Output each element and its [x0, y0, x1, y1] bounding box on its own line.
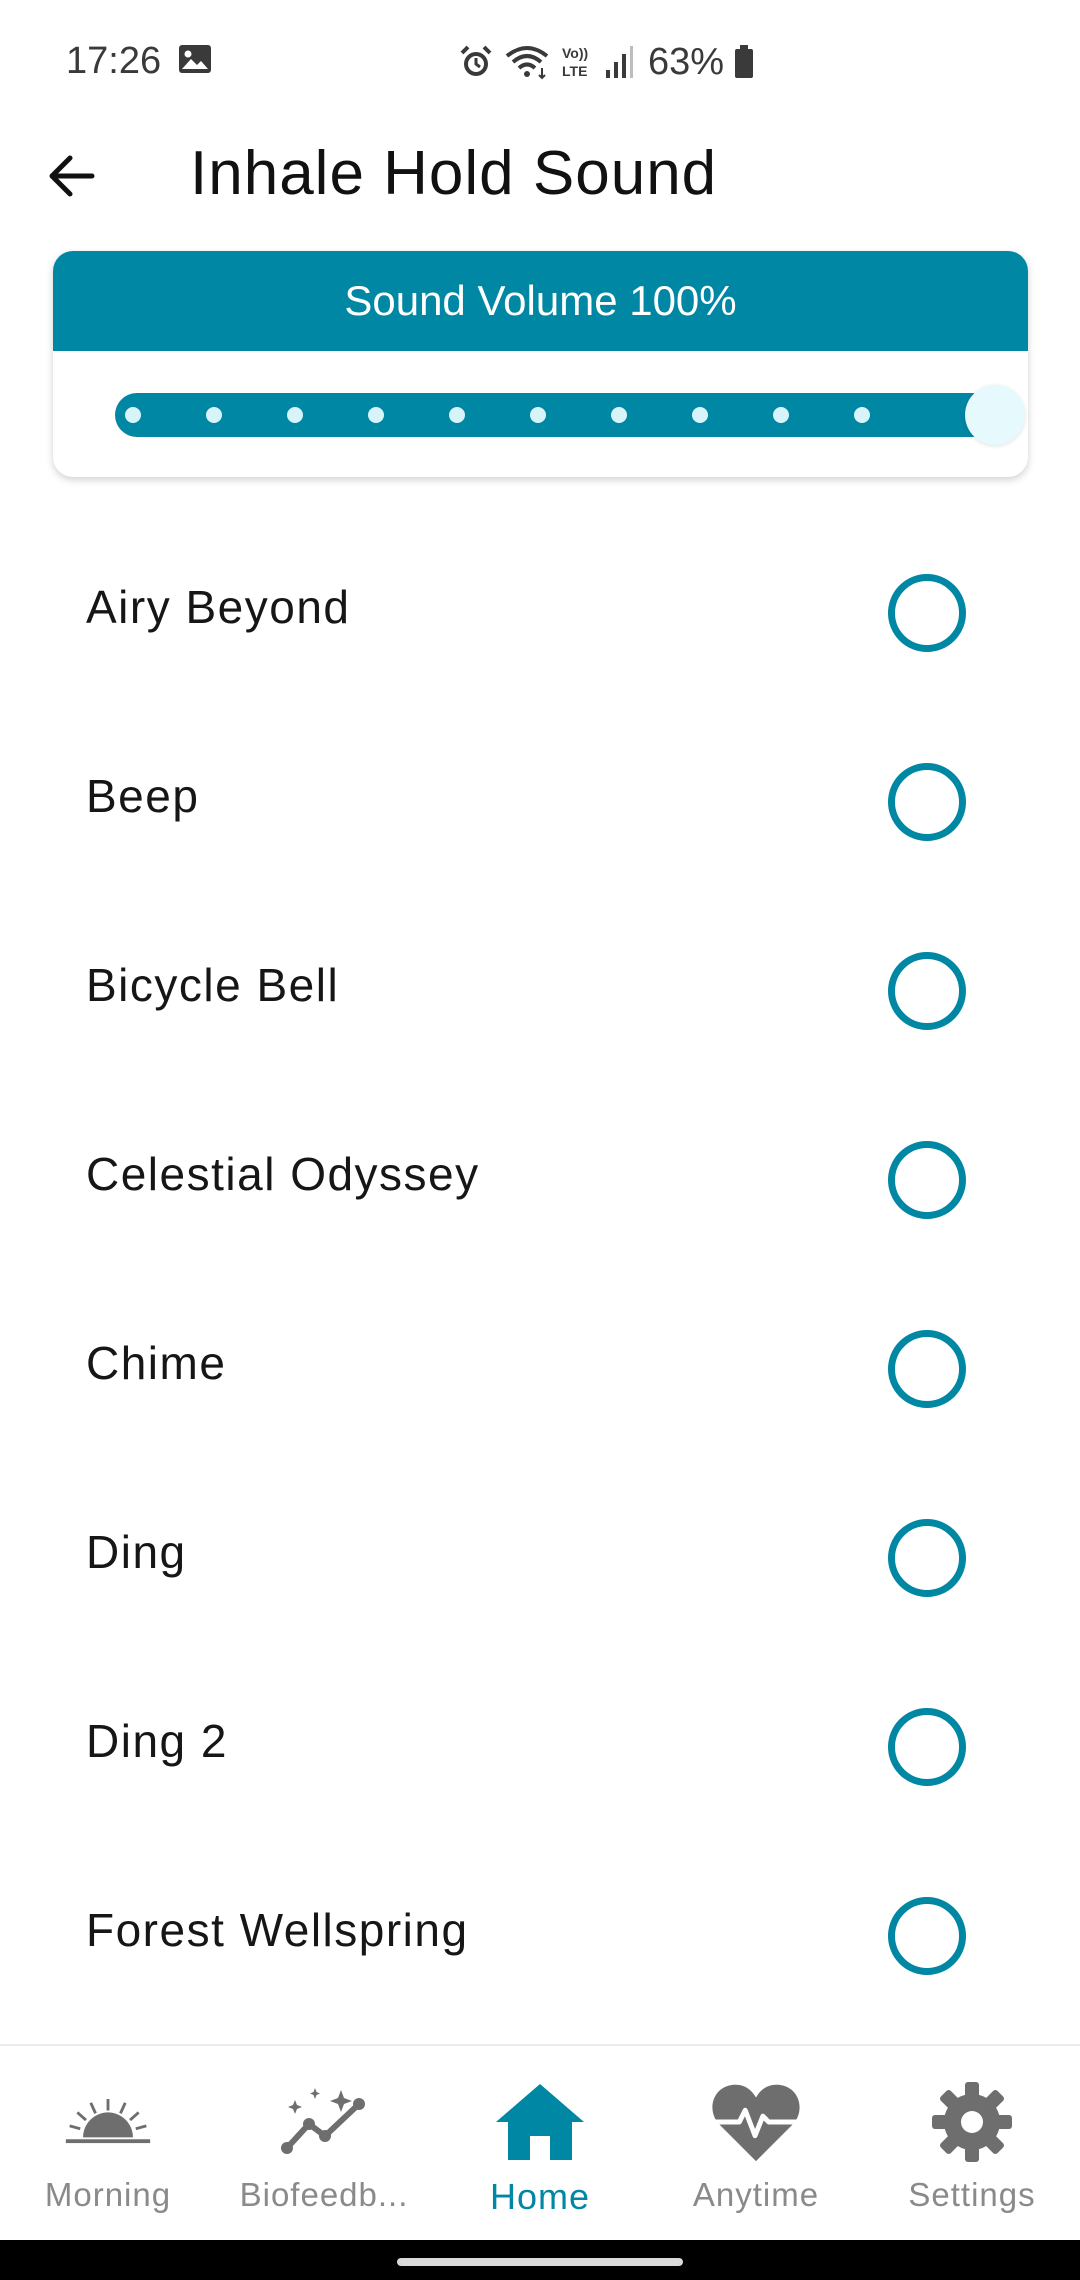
volte-icon: Vo)) LTE: [562, 45, 588, 79]
gear-icon: [926, 2076, 1018, 2168]
list-item[interactable]: Airy Beyond: [0, 516, 1080, 705]
sound-label: Ding: [86, 1526, 187, 1578]
home-indicator[interactable]: [397, 2258, 683, 2266]
status-time: 17:26: [66, 40, 162, 82]
slider-tick: [773, 407, 789, 423]
radio-button[interactable]: [888, 1897, 966, 1975]
nav-label: Home: [489, 2176, 591, 2217]
volume-card: Sound Volume 100%: [53, 251, 1028, 477]
home-icon: [494, 2076, 586, 2168]
radio-button[interactable]: [888, 952, 966, 1030]
gallery-icon: [179, 45, 211, 73]
slider-tick: [611, 407, 627, 423]
nav-biofeedback[interactable]: Biofeedb...: [216, 2046, 432, 2242]
list-item[interactable]: Bicycle Bell: [0, 894, 1080, 1083]
sound-label: Beep: [86, 770, 200, 822]
radio-button[interactable]: [888, 574, 966, 652]
system-navigation-bar: [0, 2240, 1080, 2280]
sunrise-icon: [62, 2076, 154, 2168]
slider-tick: [854, 407, 870, 423]
radio-button[interactable]: [888, 1330, 966, 1408]
nav-home[interactable]: Home: [432, 2046, 648, 2242]
nav-label: Settings: [908, 2176, 1036, 2213]
sound-label: Forest Wellspring: [86, 1904, 469, 1956]
bottom-nav: Morning Biofeedb... Home Anytime Setting…: [0, 2044, 1080, 2240]
slider-tick: [530, 407, 546, 423]
sparkle-chart-icon: [278, 2076, 370, 2168]
slider-tick: [368, 407, 384, 423]
list-item[interactable]: Ding: [0, 1461, 1080, 1650]
heart-pulse-icon: [710, 2076, 802, 2168]
wifi-icon: [505, 46, 549, 80]
signal-icon: [606, 46, 633, 78]
slider-tick: [206, 407, 222, 423]
list-item[interactable]: Beep: [0, 705, 1080, 894]
sound-label: Bicycle Bell: [86, 959, 340, 1011]
list-item[interactable]: Forest Wellspring: [0, 1839, 1080, 2028]
slider-tick: [692, 407, 708, 423]
sound-list: Airy Beyond Beep Bicycle Bell Celestial Ody…: [0, 516, 1080, 2028]
slider-tick: [125, 407, 141, 423]
alarm-icon: [460, 45, 492, 76]
status-bar: 17:26 Vo)) LTE 63%: [0, 0, 1080, 120]
list-item[interactable]: Celestial Odyssey: [0, 1083, 1080, 1272]
sound-label: Celestial Odyssey: [86, 1148, 480, 1200]
page-title: Inhale Hold Sound: [190, 139, 718, 208]
battery-icon: [735, 45, 754, 78]
sound-label: Chime: [86, 1337, 227, 1389]
radio-button[interactable]: [888, 1141, 966, 1219]
slider-tick: [287, 407, 303, 423]
nav-label: Biofeedb...: [239, 2176, 409, 2213]
list-item[interactable]: Chime: [0, 1272, 1080, 1461]
back-button[interactable]: [36, 140, 108, 212]
nav-anytime[interactable]: Anytime: [648, 2046, 864, 2242]
slider-tick: [449, 407, 465, 423]
nav-morning[interactable]: Morning: [0, 2046, 216, 2242]
volume-label: Sound Volume 100%: [53, 251, 1028, 351]
battery-percent: 63%: [648, 40, 725, 83]
status-icons: Vo)) LTE 63%: [458, 40, 754, 84]
slider-thumb[interactable]: [965, 385, 1025, 445]
sound-label: Ding 2: [86, 1715, 228, 1767]
radio-button[interactable]: [888, 1519, 966, 1597]
nav-settings[interactable]: Settings: [864, 2046, 1080, 2242]
volume-slider[interactable]: [115, 385, 1025, 445]
radio-button[interactable]: [888, 763, 966, 841]
arrow-left-icon: [49, 155, 95, 197]
list-item[interactable]: Ding 2: [0, 1650, 1080, 1839]
sound-label: Airy Beyond: [86, 581, 351, 633]
radio-button[interactable]: [888, 1708, 966, 1786]
nav-label: Morning: [44, 2176, 172, 2213]
svg-text:LTE: LTE: [562, 63, 587, 79]
svg-text:Vo)): Vo)): [562, 45, 588, 61]
nav-label: Anytime: [692, 2176, 820, 2213]
